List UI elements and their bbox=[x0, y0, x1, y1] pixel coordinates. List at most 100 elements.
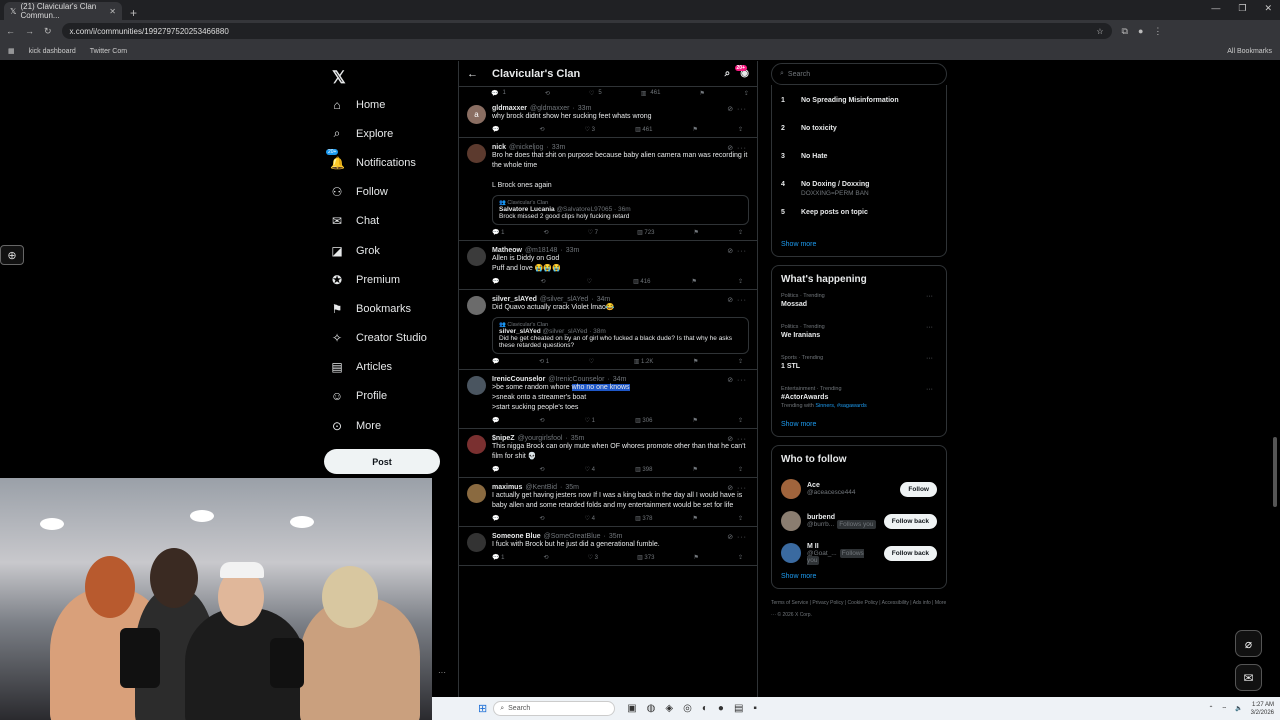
avatar[interactable] bbox=[467, 376, 486, 395]
author-name[interactable]: maximus bbox=[492, 484, 522, 491]
follow-user[interactable]: burbend @burrb... Follows you bbox=[807, 514, 878, 529]
repost-button[interactable]: ⟲ bbox=[540, 126, 545, 133]
share-icon[interactable]: ⇪ bbox=[738, 515, 743, 522]
volume-icon[interactable]: 🔈 bbox=[1235, 705, 1242, 712]
quoted-tweet[interactable]: 👥 Clavicular's Clan silver_slAYed @silver… bbox=[492, 317, 749, 354]
avatar[interactable] bbox=[467, 533, 486, 552]
more-options-icon[interactable]: ··· bbox=[926, 293, 933, 300]
nav-item-premium[interactable]: ✪ Premium bbox=[322, 265, 447, 294]
author-name[interactable]: silver_slAYed bbox=[492, 296, 537, 303]
bookmark-icon[interactable]: ⚑ bbox=[699, 90, 704, 97]
nav-item-creator-studio[interactable]: ✧ Creator Studio bbox=[322, 324, 447, 353]
nav-item-home[interactable]: ⌂ Home bbox=[322, 90, 447, 119]
nav-item-articles[interactable]: ▤ Articles bbox=[322, 353, 447, 382]
avatar[interactable] bbox=[781, 479, 801, 499]
author-name[interactable]: gldmaxxer bbox=[492, 105, 527, 112]
show-more-link[interactable]: Show more bbox=[781, 241, 937, 248]
quoted-tweet[interactable]: 👥 Clavicular's Clan Salvatore Lucania @Sa… bbox=[492, 195, 749, 225]
author-handle[interactable]: @gldmaxxer bbox=[530, 105, 569, 112]
views-button[interactable]: ▥ 416 bbox=[633, 278, 650, 285]
overflow-icon[interactable]: ··· bbox=[438, 668, 446, 677]
windows-start-icon[interactable]: ⊞ bbox=[478, 702, 487, 715]
reply-button[interactable]: 💬 bbox=[492, 417, 499, 424]
avatar[interactable] bbox=[467, 247, 486, 266]
tray-chevron-icon[interactable]: ⌃ bbox=[1208, 705, 1213, 712]
scrollbar-thumb[interactable] bbox=[1273, 437, 1277, 507]
views-button[interactable]: ▥ 1.2K bbox=[634, 358, 654, 365]
trend-links[interactable]: Sinners, #sagawards bbox=[815, 403, 866, 409]
reload-icon[interactable]: ↻ bbox=[44, 26, 52, 37]
footer-link[interactable]: © 2026 X Corp. bbox=[777, 612, 812, 618]
author-name[interactable]: Someone Blue bbox=[492, 533, 541, 540]
tweet[interactable]: a gldmaxxer @gldmaxxer · 33m why brock didnt … bbox=[459, 99, 757, 138]
share-icon[interactable]: ⇪ bbox=[738, 554, 743, 561]
new-tab-icon[interactable]: + bbox=[130, 6, 137, 20]
nav-item-chat[interactable]: ✉ Chat bbox=[322, 207, 447, 236]
clock[interactable]: 1:27 AM 3/2/2026 bbox=[1251, 701, 1274, 717]
back-arrow-icon[interactable]: ← bbox=[467, 68, 478, 80]
repost-button[interactable]: ⟲ bbox=[540, 417, 545, 424]
browser-tab[interactable]: 𝕏 (21) Clavicular's Clan Commun... ✕ bbox=[4, 2, 122, 20]
apps-icon[interactable]: ▦ bbox=[8, 47, 15, 55]
views-button[interactable]: ▥ 306 bbox=[635, 417, 652, 424]
more-options-icon[interactable]: ··· bbox=[926, 324, 933, 331]
trend-item[interactable]: Politics · Trending We Iranians ··· bbox=[781, 324, 937, 355]
views-button[interactable]: ▥ 461 bbox=[635, 126, 652, 133]
author-name[interactable]: IrenicCounselor bbox=[492, 376, 545, 383]
nav-item-follow[interactable]: ⚇ Follow bbox=[322, 178, 447, 207]
reply-button[interactable]: 💬 bbox=[492, 466, 499, 473]
views-button[interactable]: ▥ 373 bbox=[637, 554, 654, 561]
address-bar[interactable]: x.com/i/communities/1992797520253466880 … bbox=[61, 23, 1112, 39]
close-window-icon[interactable]: ✕ bbox=[1264, 3, 1272, 14]
avatar[interactable] bbox=[467, 296, 486, 315]
author-handle[interactable]: @KentBid bbox=[525, 484, 557, 491]
footer-link[interactable]: Terms of Service bbox=[771, 600, 810, 606]
author-handle[interactable]: @SomeGreatBlue bbox=[544, 533, 601, 540]
repost-button[interactable]: ⟲ bbox=[545, 90, 550, 97]
like-button[interactable]: ♡ 4 bbox=[585, 466, 595, 473]
star-icon[interactable]: ☆ bbox=[1096, 27, 1103, 36]
author-name[interactable]: Matheow bbox=[492, 247, 522, 254]
more-options-icon[interactable]: ··· bbox=[926, 386, 933, 393]
trend-item[interactable]: Entertainment · Trending #ActorAwards Tren… bbox=[781, 386, 937, 417]
share-icon[interactable]: ⇪ bbox=[738, 126, 743, 133]
page-scrollbar[interactable] bbox=[1272, 60, 1278, 696]
avatar[interactable] bbox=[467, 435, 486, 454]
avatar[interactable] bbox=[781, 511, 801, 531]
more-options-icon[interactable]: ⊘ ··· bbox=[727, 247, 747, 255]
tweet[interactable]: Matheow @m18148 · 33m Allen is Diddy on God … bbox=[459, 241, 757, 290]
follow-button[interactable]: Follow back bbox=[883, 513, 937, 529]
share-icon[interactable]: ⇪ bbox=[738, 278, 743, 285]
back-icon[interactable]: ← bbox=[6, 26, 15, 36]
repost-button[interactable]: ⟲ 1 bbox=[539, 358, 549, 365]
terminal-icon[interactable]: ▪ bbox=[753, 703, 757, 714]
more-options-icon[interactable]: ⊘ ··· bbox=[727, 533, 747, 541]
repost-button[interactable]: ⟲ bbox=[541, 278, 546, 285]
close-tab-icon[interactable]: ✕ bbox=[109, 7, 116, 16]
more-options-icon[interactable]: ··· bbox=[926, 355, 933, 362]
files-icon[interactable]: ▣ bbox=[627, 703, 636, 714]
more-options-icon[interactable]: ⊘ ··· bbox=[727, 296, 747, 304]
follow-button[interactable]: Follow bbox=[900, 481, 937, 497]
share-icon[interactable]: ⇪ bbox=[744, 90, 749, 97]
repost-button[interactable]: ⟲ bbox=[540, 515, 545, 522]
author-name[interactable]: $nipeZ bbox=[492, 435, 515, 442]
more-options-icon[interactable]: ⊘ ··· bbox=[727, 435, 747, 443]
avatar[interactable] bbox=[781, 543, 801, 563]
avatar[interactable]: a bbox=[467, 105, 486, 124]
follow-user[interactable]: M II @Goat_... Follows you bbox=[807, 543, 878, 565]
share-icon[interactable]: ⇪ bbox=[738, 466, 743, 473]
show-more-link[interactable]: Show more bbox=[781, 573, 937, 580]
all-bookmarks[interactable]: All Bookmarks bbox=[1227, 48, 1272, 55]
repost-button[interactable]: ⟲ bbox=[544, 554, 549, 561]
author-handle[interactable]: @nickeljog bbox=[509, 144, 543, 151]
browser-icon[interactable]: ◎ bbox=[683, 703, 692, 714]
nav-item-grok[interactable]: ◪ Grok bbox=[322, 236, 447, 265]
discord-icon[interactable]: ◐ bbox=[702, 703, 708, 714]
forward-icon[interactable]: → bbox=[25, 26, 34, 36]
obs-icon[interactable]: ● bbox=[718, 703, 724, 714]
magnifier-icon[interactable]: ⊕ bbox=[0, 245, 24, 265]
minimize-icon[interactable]: — bbox=[1211, 3, 1220, 14]
post-button[interactable]: Post bbox=[324, 449, 440, 474]
search-input[interactable]: ⌕ Search bbox=[771, 63, 947, 85]
